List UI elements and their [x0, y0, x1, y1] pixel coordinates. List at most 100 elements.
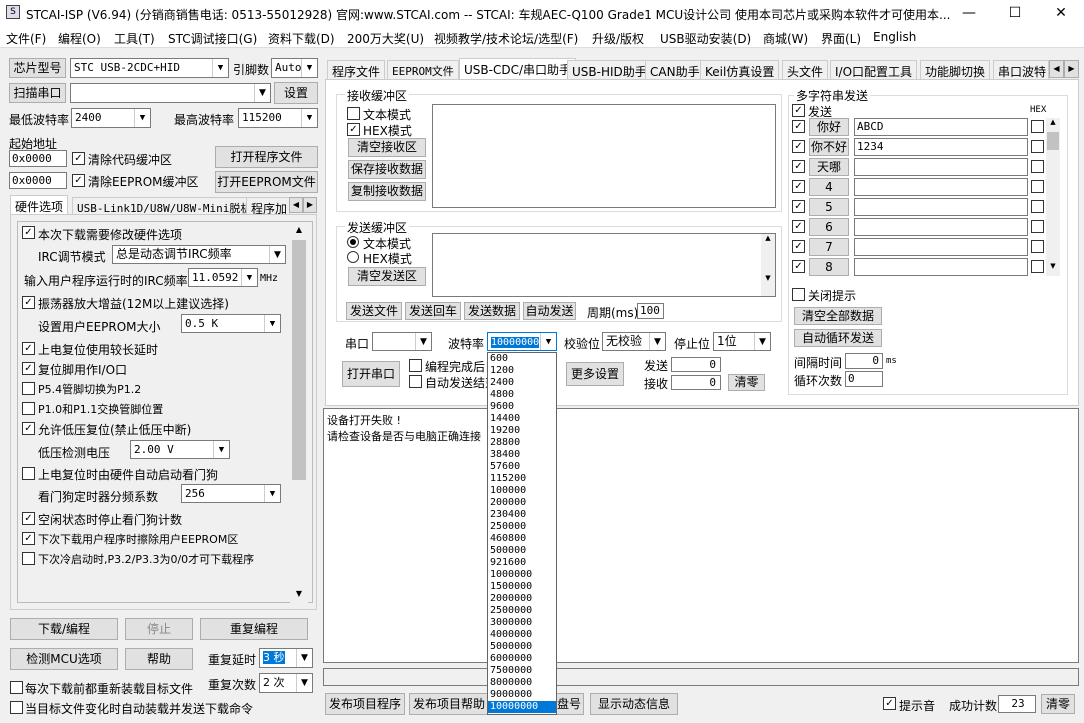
- modify-hardware-checkbox[interactable]: ✓: [22, 226, 35, 239]
- stop-button[interactable]: 停止: [125, 618, 193, 640]
- scroll-thumb[interactable]: [1047, 132, 1059, 150]
- menu-debug[interactable]: STC调试接口(G): [168, 30, 257, 47]
- osc-gain-checkbox[interactable]: ✓: [22, 296, 35, 309]
- menu-ui[interactable]: 界面(L): [821, 30, 861, 47]
- recv-text-mode-checkbox[interactable]: [347, 107, 360, 120]
- menu-file[interactable]: 文件(F): [6, 30, 46, 47]
- baud-option[interactable]: 3000000: [488, 617, 556, 629]
- detect-mcu-button[interactable]: 检测MCU选项: [10, 648, 118, 670]
- clear-eeprom-checkbox[interactable]: ✓: [72, 174, 85, 187]
- tab-pin-switch[interactable]: 功能脚切换: [920, 60, 991, 80]
- open-port-button[interactable]: 打开串口: [342, 361, 400, 387]
- tab-scroll-right-icon[interactable]: ▶: [1064, 60, 1079, 78]
- send-hex-mode-radio[interactable]: [347, 251, 359, 263]
- tab-usb-link[interactable]: USB-Link1D/U8W/U8W-Mini脱机: [72, 197, 257, 215]
- tab-eeprom-file[interactable]: EEPROM文件: [387, 60, 459, 80]
- reset-io-checkbox[interactable]: ✓: [22, 362, 35, 375]
- send-text-mode-radio[interactable]: [347, 236, 359, 248]
- chip-model-select[interactable]: STC USB-2CDC+HID ▼: [70, 58, 229, 78]
- string-send-checkbox[interactable]: ✓: [792, 240, 805, 253]
- clear-success-button[interactable]: 清零: [1041, 694, 1075, 714]
- baud-option[interactable]: 38400: [488, 449, 556, 461]
- menu-upgrade[interactable]: 升级/版权: [592, 30, 644, 47]
- string-send-button[interactable]: 7: [809, 238, 849, 256]
- max-baud-select[interactable]: 115200 ▼: [238, 108, 318, 128]
- send-file-button[interactable]: 发送文件: [346, 302, 402, 320]
- send-scrollbar[interactable]: ▲ ▼: [761, 234, 775, 296]
- tab-io-config[interactable]: I/O口配置工具: [830, 60, 918, 80]
- send-data-button[interactable]: 发送数据: [464, 302, 520, 320]
- baud-option[interactable]: 5000000: [488, 641, 556, 653]
- string-send-checkbox[interactable]: ✓: [792, 160, 805, 173]
- publish-program-button[interactable]: 发布项目程序: [325, 693, 405, 715]
- eeprom-address-input[interactable]: 0x0000: [9, 172, 67, 189]
- scroll-thumb[interactable]: [292, 240, 306, 480]
- string-value-input[interactable]: 1234: [854, 138, 1028, 156]
- tab-usb-cdc[interactable]: USB-CDC/串口助手: [459, 58, 577, 80]
- string-send-button[interactable]: 4: [809, 178, 849, 196]
- baud-option[interactable]: 115200: [488, 473, 556, 485]
- baud-option[interactable]: 57600: [488, 461, 556, 473]
- scroll-up-icon[interactable]: ▲: [1046, 118, 1060, 130]
- download-program-button[interactable]: 下载/编程: [10, 618, 118, 640]
- string-hex-checkbox[interactable]: [1031, 220, 1044, 233]
- serial-port-select[interactable]: ▼: [372, 332, 432, 351]
- period-input[interactable]: 100: [637, 303, 664, 319]
- string-send-button[interactable]: 8: [809, 258, 849, 276]
- interval-input[interactable]: 0: [845, 353, 883, 369]
- string-send-checkbox[interactable]: ✓: [792, 180, 805, 193]
- open-eeprom-file-button[interactable]: 打开EEPROM文件: [215, 171, 318, 193]
- string-hex-checkbox[interactable]: [1031, 120, 1044, 133]
- string-value-input[interactable]: [854, 258, 1028, 276]
- menu-mall[interactable]: 商城(W): [763, 30, 808, 47]
- maximize-button[interactable]: ☐: [992, 0, 1038, 26]
- baud-option[interactable]: 7500000: [488, 665, 556, 677]
- baud-option[interactable]: 230400: [488, 509, 556, 521]
- string-value-input[interactable]: [854, 238, 1028, 256]
- string-hex-checkbox[interactable]: [1031, 240, 1044, 253]
- baud-option[interactable]: 500000: [488, 545, 556, 557]
- baud-option[interactable]: 4000000: [488, 629, 556, 641]
- auto-loop-button[interactable]: 自动循环发送: [794, 329, 882, 347]
- baud-rate-select[interactable]: 10000000 ▼: [487, 332, 557, 351]
- string-hex-checkbox[interactable]: [1031, 260, 1044, 273]
- open-program-file-button[interactable]: 打开程序文件: [215, 146, 318, 168]
- baud-option[interactable]: 8000000: [488, 677, 556, 689]
- menu-video[interactable]: 视频教学/技术论坛/选型(F): [434, 30, 578, 47]
- baud-option[interactable]: 28800: [488, 437, 556, 449]
- string-value-input[interactable]: [854, 218, 1028, 236]
- baud-option[interactable]: 2000000: [488, 593, 556, 605]
- string-send-button[interactable]: 5: [809, 198, 849, 216]
- erase-eeprom-checkbox[interactable]: ✓: [22, 532, 35, 545]
- baud-option[interactable]: 10000000: [488, 701, 556, 713]
- scroll-down-icon[interactable]: ▼: [1046, 262, 1060, 274]
- repeat-count-select[interactable]: 2 次 ▼: [259, 673, 313, 693]
- after-program-checkbox[interactable]: [409, 359, 422, 372]
- string-value-input[interactable]: [854, 158, 1028, 176]
- baud-option[interactable]: 1500000: [488, 581, 556, 593]
- tab-keil[interactable]: Keil仿真设置: [700, 60, 780, 80]
- tab-scroll-right-icon[interactable]: ▶: [303, 197, 317, 213]
- baud-option[interactable]: 9600: [488, 401, 556, 413]
- save-receive-button[interactable]: 保存接收数据: [348, 160, 426, 179]
- string-send-button[interactable]: 6: [809, 218, 849, 236]
- baud-option[interactable]: 250000: [488, 521, 556, 533]
- string-send-button[interactable]: 你不好: [809, 138, 849, 156]
- help-button[interactable]: 帮助: [125, 648, 193, 670]
- eeprom-size-select[interactable]: 0.5 K ▼: [181, 314, 281, 333]
- lvd-select[interactable]: 2.00 V ▼: [130, 440, 230, 459]
- log-output[interactable]: 设备打开失败 ! 请检查设备是否与电脑正确连接: [323, 408, 1079, 663]
- tab-program-add[interactable]: 程序加: [246, 197, 290, 215]
- menu-award[interactable]: 200万大奖(U): [347, 30, 424, 47]
- baud-option[interactable]: 921600: [488, 557, 556, 569]
- minimize-button[interactable]: —: [946, 0, 992, 26]
- repeat-delay-select[interactable]: 3 秒 ▼: [259, 648, 313, 668]
- repeat-program-button[interactable]: 重复编程: [200, 618, 308, 640]
- string-send-button[interactable]: 天哪: [809, 158, 849, 176]
- pin-count-select[interactable]: Auto ▼: [271, 58, 318, 78]
- wdt-auto-checkbox[interactable]: [22, 467, 35, 480]
- string-send-checkbox[interactable]: ✓: [792, 220, 805, 233]
- publish-help-button[interactable]: 发布项目帮助: [409, 693, 489, 715]
- clear-receive-button[interactable]: 清空接收区: [348, 138, 426, 157]
- beep-checkbox[interactable]: ✓: [883, 697, 896, 710]
